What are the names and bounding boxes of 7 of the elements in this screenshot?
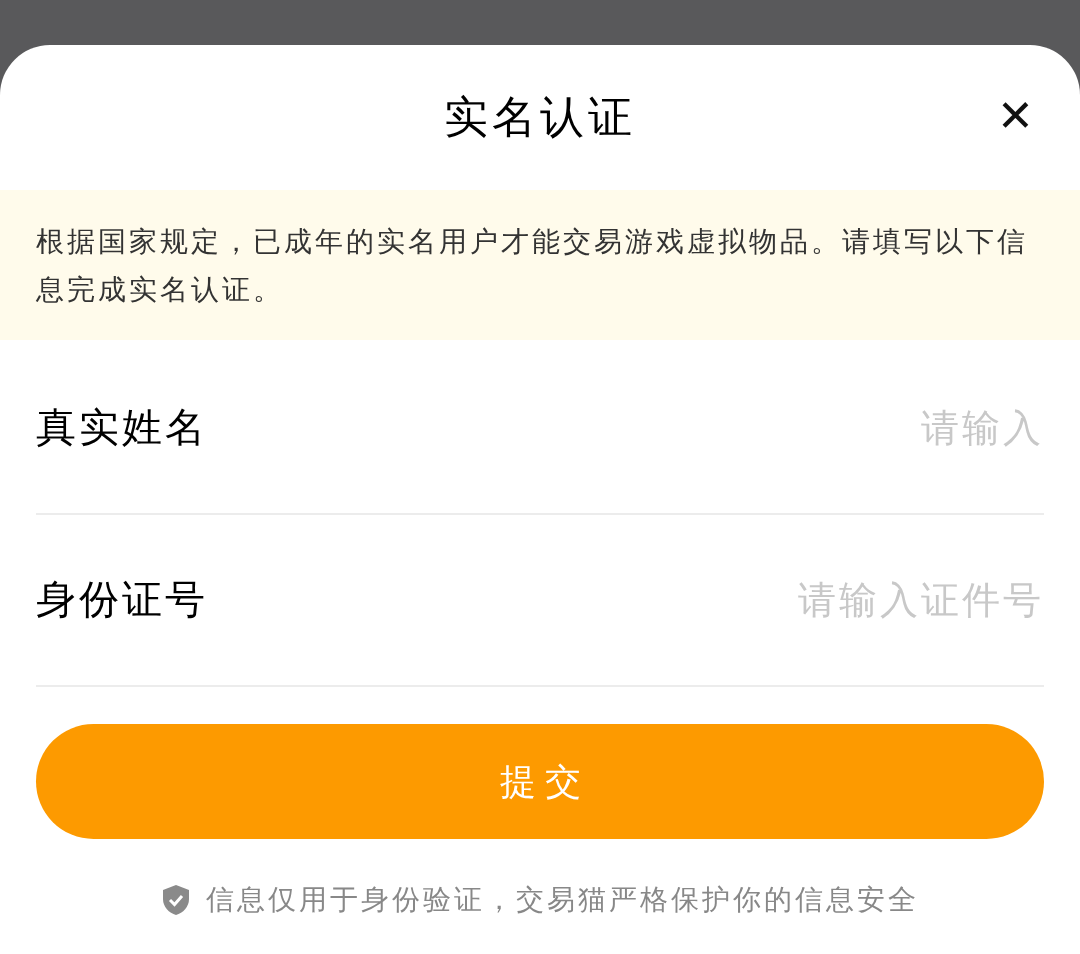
shield-check-icon xyxy=(161,884,190,916)
privacy-note: 信息仅用于身份验证，交易猫严格保护你的信息安全 xyxy=(205,883,919,917)
field-label: 真实姓名 xyxy=(36,404,208,452)
close-button[interactable]: ✕ xyxy=(997,95,1034,139)
dialog-title: 实名认证 xyxy=(444,91,636,144)
notice-text: 根据国家规定，已成年的实名用户才能交易游戏虚拟物品。请填写以下信息完成实名认证。 xyxy=(36,225,1029,307)
field-label: 身份证号 xyxy=(36,576,208,624)
